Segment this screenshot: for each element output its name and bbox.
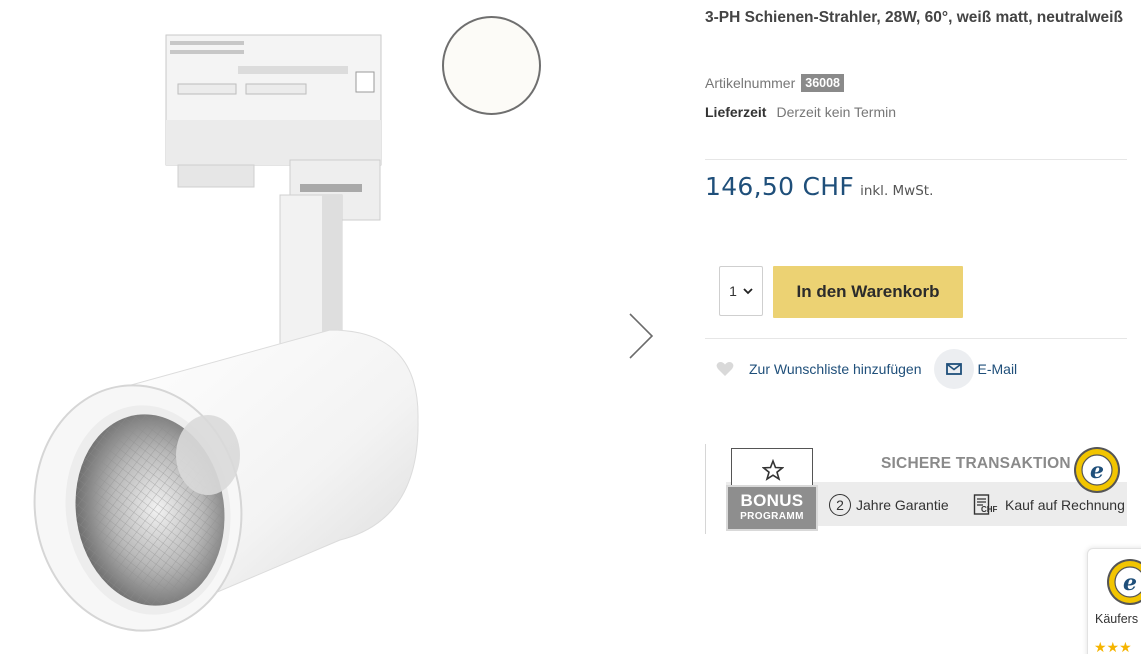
track-spotlight-icon — [33, 34, 419, 632]
bonus-subtitle: PROGRAMM — [740, 511, 804, 522]
bonus-title: BONUS — [740, 491, 804, 510]
product-image[interactable] — [0, 0, 520, 654]
email-link[interactable]: E-Mail — [978, 361, 1018, 377]
product-title: 3-PH Schienen-Strahler, 28W, 60°, weiß m… — [705, 9, 1123, 26]
guarantee-label: Jahre Garantie — [856, 497, 949, 513]
divider — [705, 159, 1127, 160]
invoice-label: Kauf auf Rechnung — [1005, 497, 1125, 513]
quantity-select[interactable]: 1 — [719, 266, 763, 316]
quantity-value: 1 — [729, 283, 737, 299]
bonus-band: BONUS PROGRAMM — [726, 485, 818, 531]
delivery-label: Lieferzeit — [705, 104, 767, 120]
rating-stars: ★★★ — [1094, 639, 1132, 654]
heart-icon[interactable] — [715, 360, 735, 378]
divider — [705, 444, 706, 534]
color-swatch[interactable] — [442, 16, 541, 115]
email-button[interactable] — [933, 349, 974, 389]
guarantee-info: 2 Jahre Garantie — [829, 494, 949, 516]
svg-text:e: e — [1090, 458, 1104, 484]
secure-transaction-title: SICHERE TRANSAKTION — [881, 455, 1071, 472]
trusted-shops-widget[interactable]: e Käufers ★★★ — [1087, 548, 1141, 654]
mail-icon — [945, 363, 962, 375]
invoice-info: CHF Kauf auf Rechnung — [973, 494, 1125, 516]
product-actions: Zur Wunschliste hinzufügen E-Mail — [715, 348, 1017, 390]
invoice-chf-icon: CHF — [973, 494, 998, 515]
delivery-row: Lieferzeit Derzeit kein Termin — [705, 104, 896, 120]
price-row: 146,50 CHF inkl. MwSt. — [705, 172, 933, 201]
add-to-cart-button[interactable]: In den Warenkorb — [773, 266, 963, 318]
trusted-shops-seal-icon: e — [1107, 559, 1141, 605]
star-icon — [762, 459, 784, 481]
bonus-program-badge[interactable]: BONUS PROGRAMM — [726, 448, 818, 531]
chevron-down-icon — [743, 287, 753, 294]
next-image-arrow[interactable] — [620, 308, 660, 364]
delivery-value: Derzeit kein Termin — [776, 104, 897, 120]
sku-label: Artikelnummer — [705, 75, 796, 91]
trust-banner: BONUS PROGRAMM SICHERE TRANSAKTION e 2 J… — [705, 444, 1127, 534]
wishlist-link[interactable]: Zur Wunschliste hinzufügen — [749, 361, 922, 377]
trusted-shops-seal-icon[interactable]: e — [1073, 446, 1121, 494]
svg-text:CHF: CHF — [981, 505, 998, 514]
price: 146,50 CHF — [705, 172, 855, 201]
ts-widget-label: Käufers — [1095, 612, 1139, 626]
divider — [705, 338, 1127, 339]
svg-text:e: e — [1123, 570, 1137, 596]
sku-value: 36008 — [801, 74, 845, 92]
guarantee-number-icon: 2 — [829, 494, 851, 516]
sku-row: Artikelnummer 36008 — [705, 74, 845, 92]
chevron-right-icon — [629, 313, 654, 359]
vat-note: inkl. MwSt. — [860, 183, 934, 199]
